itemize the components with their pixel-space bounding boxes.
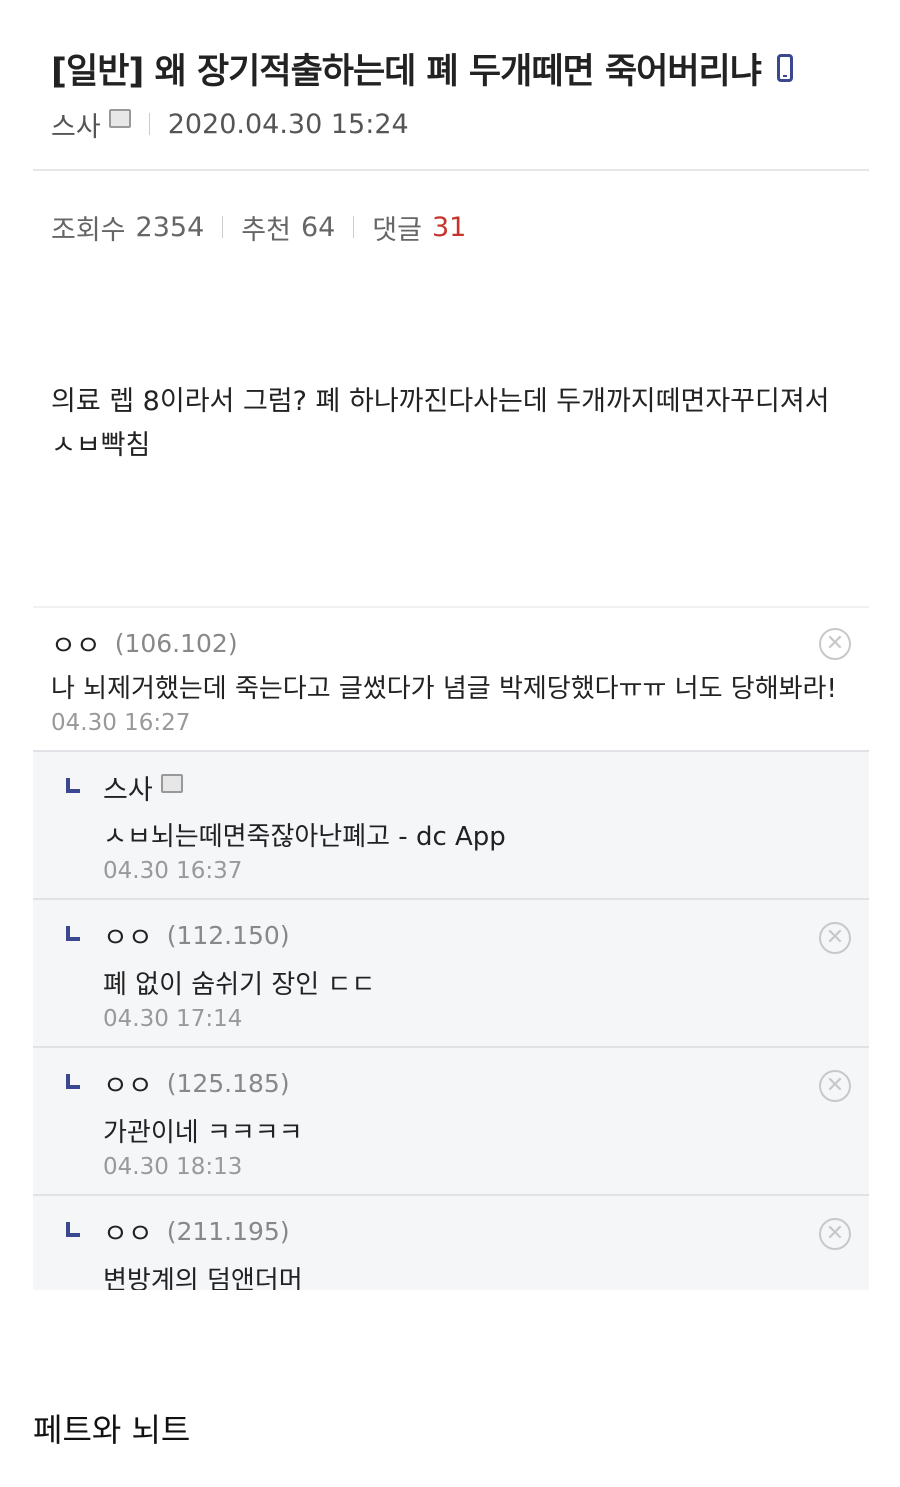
post-body-line: 의료 렙 8이라서 그럼? 폐 하나까진다사는데 두개까지떼면자꾸디져서 (51, 386, 830, 417)
delete-circle-icon[interactable]: ✕ (819, 628, 851, 660)
caption-text: 페트와 뇌트 (33, 1411, 191, 1449)
comment-author: 스사 (103, 768, 183, 807)
reply-arrow-icon (66, 1074, 80, 1089)
reply-item: ㅇㅇ (125.185) ✕ 가관이네 ㅋㅋㅋㅋ 04.30 18:13 (33, 1046, 869, 1194)
comment-date: 04.30 17:14 (103, 1006, 243, 1032)
post-body-line: ㅅㅂ빡침 (51, 430, 151, 461)
comment-author-name[interactable]: 스사 (103, 768, 153, 807)
stats-divider (353, 216, 355, 238)
post-title-row: [일반] 왜 장기적출하는데 폐 두개떼면 죽어버리냐 (51, 38, 871, 98)
reply-arrow-icon (66, 778, 80, 793)
comment-author-name[interactable]: ㅇㅇ (103, 1212, 153, 1251)
delete-circle-icon[interactable]: ✕ (819, 922, 851, 954)
author-name[interactable]: 스사 (51, 105, 101, 144)
comment-author-name[interactable]: ㅇㅇ (51, 624, 101, 663)
comments-count[interactable]: 31 (432, 212, 466, 243)
fixed-nick-icon (108, 108, 131, 128)
comment-author-name[interactable]: ㅇㅇ (103, 1064, 153, 1103)
reply-item: 스사 ㅅㅂ뇌는떼면죽잖아난폐고 - dc App 04.30 16:37 (33, 750, 869, 898)
delete-circle-icon[interactable]: ✕ (819, 1070, 851, 1102)
stats-divider (222, 216, 224, 238)
comment-item: ㅇㅇ (106.102) ✕ 나 뇌제거했는데 죽는다고 글썼다가 념글 박제당… (33, 606, 869, 750)
post-datetime: 2020.04.30 15:24 (167, 108, 409, 140)
mobile-phone-icon (776, 54, 793, 82)
comments-label: 댓글 (372, 214, 422, 246)
comment-text: 나 뇌제거했는데 죽는다고 글썼다가 념글 박제당했다ㅠㅠ 너도 당해봐라! (51, 674, 837, 704)
comment-date: 04.30 16:37 (103, 858, 243, 884)
comment-author-ip: (112.150) (166, 921, 290, 950)
comment-author: ㅇㅇ (125.185) (103, 1064, 290, 1103)
post-body: 의료 렙 8이라서 그럼? 폐 하나까진다사는데 두개까지떼면자꾸디져서 ㅅㅂ빡… (51, 380, 871, 468)
comment-author: ㅇㅇ (112.150) (103, 916, 290, 955)
comment-author-ip: (211.195) (166, 1217, 290, 1246)
fixed-nick-icon (160, 774, 183, 793)
comment-text: 폐 없이 숨쉬기 장인 ㄷㄷ (103, 970, 376, 1000)
post-meta: 스사 2020.04.30 15:24 (51, 104, 409, 144)
views-count: 2354 (135, 211, 205, 243)
post-stats: 조회수 2354 추천 64 댓글 31 (51, 206, 466, 248)
comment-author-ip: (106.102) (114, 629, 238, 658)
reply-arrow-icon (66, 1222, 80, 1237)
reply-arrow-icon (66, 926, 80, 941)
likes-label: 추천 (241, 214, 291, 246)
header-divider (33, 169, 869, 171)
reply-item: ㅇㅇ (112.150) ✕ 폐 없이 숨쉬기 장인 ㄷㄷ 04.30 17:1… (33, 898, 869, 1046)
views-label: 조회수 (51, 214, 126, 246)
comment-text: 가관이네 ㅋㅋㅋㅋ (103, 1118, 303, 1148)
comment-author: ㅇㅇ (211.195) (103, 1212, 290, 1251)
delete-circle-icon[interactable]: ✕ (819, 1218, 851, 1250)
comment-list: ㅇㅇ (106.102) ✕ 나 뇌제거했는데 죽는다고 글썼다가 념글 박제당… (33, 606, 869, 1290)
meta-divider (148, 113, 150, 135)
post-title: [일반] 왜 장기적출하는데 폐 두개떼면 죽어버리냐 (51, 51, 762, 92)
reply-item: ㅇㅇ (211.195) ✕ 변방계의 덤앤더머 (33, 1194, 869, 1290)
comment-text: ㅅㅂ뇌는떼면죽잖아난폐고 - dc App (103, 822, 506, 852)
comment-text: 변방계의 덤앤더머 (103, 1266, 303, 1290)
comment-author-ip: (125.185) (166, 1069, 290, 1098)
comment-author: ㅇㅇ (106.102) (51, 624, 238, 663)
comment-author-name[interactable]: ㅇㅇ (103, 916, 153, 955)
likes-count: 64 (300, 211, 336, 243)
comment-date: 04.30 16:27 (51, 710, 191, 736)
comment-date: 04.30 18:13 (103, 1154, 243, 1180)
